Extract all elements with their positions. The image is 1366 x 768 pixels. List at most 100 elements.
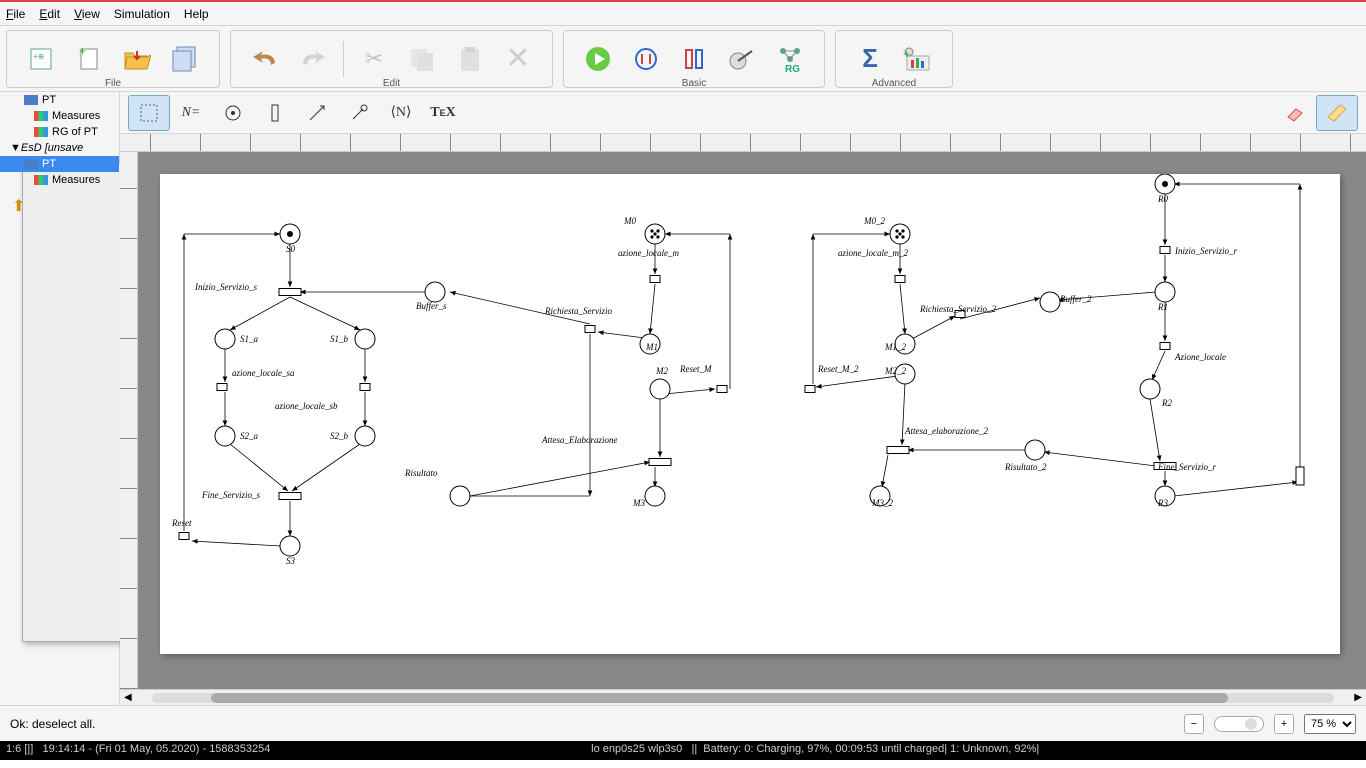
svg-text:Buffer_s: Buffer_s	[416, 301, 447, 311]
menu-view[interactable]: View	[74, 7, 100, 21]
svg-text:R0: R0	[1157, 194, 1168, 204]
net-page[interactable]: S0 Buffer_s S1_a S1_b S2_a S2_b Risultato S3 M0 M…	[160, 174, 1340, 654]
svg-text:M0: M0	[623, 216, 636, 226]
svg-text:S2_b: S2_b	[330, 431, 349, 441]
svg-text:Inizio_Servizio_r: Inizio_Servizio_r	[1174, 246, 1237, 256]
svg-text:Richiesta_Servizio_2: Richiesta_Servizio_2	[919, 304, 996, 314]
new-page-button[interactable]: +	[65, 37, 113, 81]
menu-edit[interactable]: Edit	[39, 7, 60, 21]
svg-text:M3_2: M3_2	[871, 498, 893, 508]
menu-simulation[interactable]: Simulation	[114, 7, 170, 21]
svg-text:R1: R1	[1157, 302, 1168, 312]
play-button[interactable]	[574, 37, 622, 81]
tree-item-measures2[interactable]: Measures	[0, 172, 119, 188]
menubar: FFileile Edit View Simulation Help	[0, 2, 1366, 26]
delete-button[interactable]: ✕	[494, 37, 542, 81]
svg-text:M2: M2	[655, 366, 668, 376]
svg-text:Azione_locale: Azione_locale	[1174, 352, 1226, 362]
undo-button[interactable]	[241, 37, 289, 81]
menu-file[interactable]: FFileile	[6, 7, 25, 21]
select-tool[interactable]	[128, 95, 170, 131]
zoom-controls: − + 75 %	[1184, 714, 1356, 734]
svg-text:Reset_M_2: Reset_M_2	[817, 364, 859, 374]
eraser-tool[interactable]	[1274, 95, 1316, 131]
svg-text:Attesa_elaborazione_2: Attesa_elaborazione_2	[904, 426, 988, 436]
save-all-button[interactable]	[161, 37, 209, 81]
toolbar-group-basic: RG Basic	[563, 30, 825, 88]
tex-tool[interactable]: TEX	[422, 95, 464, 131]
arc-tool[interactable]	[296, 95, 338, 131]
editor-toolbar: N= ⟨N⟩ TEX	[120, 92, 1366, 134]
zoom-in-button[interactable]: +	[1274, 714, 1294, 734]
zoom-slider[interactable]	[1214, 716, 1264, 732]
tree-item-pt2[interactable]: PT	[0, 156, 119, 172]
toolbar-group-edit: ✂ ✕ Edit	[230, 30, 553, 88]
svg-text:S0: S0	[286, 244, 296, 254]
tree-item-measures[interactable]: Measures	[0, 108, 119, 124]
canvas[interactable]: S0 Buffer_s S1_a S1_b S2_a S2_b Risultato S3 M0 M…	[138, 152, 1366, 689]
scrollbar-h[interactable]: ◀ ▶	[120, 689, 1366, 705]
svg-text:azione_locale_m: azione_locale_m	[618, 248, 679, 258]
svg-text:+: +	[903, 47, 910, 61]
open-button[interactable]	[113, 37, 161, 81]
svg-text:azione_locale_m_2: azione_locale_m_2	[838, 248, 908, 258]
tree-item-esd[interactable]: ▼ EsD [unsave	[0, 140, 119, 156]
svg-text:RG: RG	[785, 64, 800, 73]
svg-text:Fine_Servizio_s: Fine_Servizio_s	[201, 490, 260, 500]
svg-text:Fine_Servizio_r: Fine_Servizio_r	[1157, 462, 1216, 472]
svg-text:R2: R2	[1161, 398, 1172, 408]
n-tool[interactable]: ⟨N⟩	[380, 95, 422, 131]
tree-item-pt[interactable]: PT	[0, 92, 119, 108]
svg-text:S1_b: S1_b	[330, 334, 349, 344]
redo-button[interactable]	[289, 37, 337, 81]
group-label-advanced: Advanced	[872, 78, 916, 89]
new-net-button[interactable]: +⊕	[17, 37, 65, 81]
svg-text:Risultato_2: Risultato_2	[1004, 462, 1047, 472]
advanced2-button[interactable]: +	[894, 37, 942, 81]
svg-text:R3: R3	[1157, 498, 1168, 508]
analysis2-button[interactable]	[670, 37, 718, 81]
cut-button[interactable]: ✂	[350, 37, 398, 81]
svg-text:S2_a: S2_a	[240, 431, 259, 441]
menu-help[interactable]: Help	[184, 7, 209, 21]
svg-text:M0_2: M0_2	[863, 216, 885, 226]
transition-tool[interactable]	[254, 95, 296, 131]
svg-text:azione_locale_sa: azione_locale_sa	[232, 368, 295, 378]
tree-item-rg[interactable]: RG of PT	[0, 124, 119, 140]
zoom-out-button[interactable]: −	[1184, 714, 1204, 734]
measure-button[interactable]	[718, 37, 766, 81]
sigma-button[interactable]: Σ	[846, 37, 894, 81]
svg-text:Inizio_Servizio_s: Inizio_Servizio_s	[194, 282, 257, 292]
svg-text:S1_a: S1_a	[240, 334, 259, 344]
place-tool[interactable]	[212, 95, 254, 131]
svg-text:Risultato: Risultato	[404, 468, 438, 478]
zoom-select[interactable]: 75 %	[1304, 714, 1356, 734]
group-label-file: File	[105, 78, 121, 89]
copy-button[interactable]	[398, 37, 446, 81]
project-tree: PT Measures RG of PT ▼ EsD [unsave PT Me…	[0, 92, 120, 705]
taskbar-left: 1:6 [|] 19:14:14 - (Fri 01 May, 05.2020)…	[6, 743, 270, 758]
analysis1-button[interactable]	[622, 37, 670, 81]
system-taskbar: 1:6 [|] 19:14:14 - (Fri 01 May, 05.2020)…	[0, 741, 1366, 760]
svg-text:Reset: Reset	[171, 518, 192, 528]
svg-text:Attesa_Elaborazione: Attesa_Elaborazione	[541, 435, 618, 445]
toolbar-group-file: +⊕ + File	[6, 30, 220, 88]
name-tool[interactable]: N=	[170, 95, 212, 131]
svg-text:M2_2: M2_2	[884, 366, 906, 376]
svg-text:M1: M1	[645, 342, 658, 352]
svg-text:S3: S3	[286, 556, 296, 566]
statusbar: Ok: deselect all. − + 75 %	[0, 705, 1366, 741]
main-toolbar: +⊕ + File ✂ ✕ Edit RG Basic Σ + Advanced	[0, 26, 1366, 92]
svg-text:+⊕: +⊕	[33, 52, 44, 61]
group-label-edit: Edit	[383, 78, 400, 89]
taskbar-center: lo enp0s25 wlp3s0 || Battery: 0: Chargin…	[591, 743, 1039, 758]
svg-text:+: +	[79, 45, 86, 58]
ruler-tool[interactable]	[1316, 95, 1358, 131]
group-label-basic: Basic	[682, 78, 706, 89]
paste-button[interactable]	[446, 37, 494, 81]
svg-text:Richiesta_Servizio: Richiesta_Servizio	[544, 306, 612, 316]
inhibitor-tool[interactable]	[338, 95, 380, 131]
ruler-vertical	[120, 152, 138, 689]
svg-text:Buffer_2: Buffer_2	[1060, 294, 1092, 304]
rg-button[interactable]: RG	[766, 37, 814, 81]
